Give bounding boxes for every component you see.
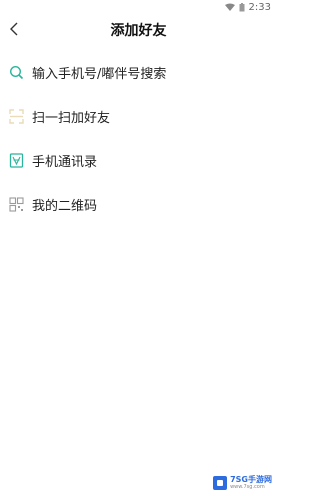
add-friend-menu: 输入手机号/嘟伴号搜索 扫一扫加好友 手机通讯录 我的二维码: [0, 50, 277, 226]
wifi-icon: [224, 3, 235, 11]
menu-item-qrcode[interactable]: 我的二维码: [0, 182, 277, 226]
menu-item-label: 扫一扫加好友: [32, 110, 111, 126]
watermark-logo: [213, 476, 228, 490]
menu-item-scan[interactable]: 扫一扫加好友: [0, 94, 277, 138]
menu-item-contacts[interactable]: 手机通讯录: [0, 138, 277, 182]
status-time: 2:33: [248, 1, 271, 13]
nav-bar: 添加好友: [0, 14, 277, 44]
scan-icon: [8, 108, 24, 124]
battery-icon: [239, 2, 245, 11]
status-icons: 2:33: [224, 0, 271, 14]
search-icon: [8, 64, 24, 80]
status-bar: 2:33: [0, 0, 277, 14]
qrcode-icon: [8, 196, 24, 212]
watermark: 7SG手游网 www.7sg.com: [213, 476, 272, 490]
menu-item-label: 手机通讯录: [32, 154, 98, 170]
watermark-text: 7SG手游网: [230, 475, 272, 484]
menu-item-search[interactable]: 输入手机号/嘟伴号搜索: [0, 50, 277, 94]
contacts-icon: [8, 152, 24, 168]
watermark-subtext: www.7sg.com: [230, 484, 265, 490]
menu-item-label: 我的二维码: [32, 198, 98, 214]
menu-item-label: 输入手机号/嘟伴号搜索: [32, 66, 167, 82]
page-title: 添加好友: [110, 23, 167, 39]
